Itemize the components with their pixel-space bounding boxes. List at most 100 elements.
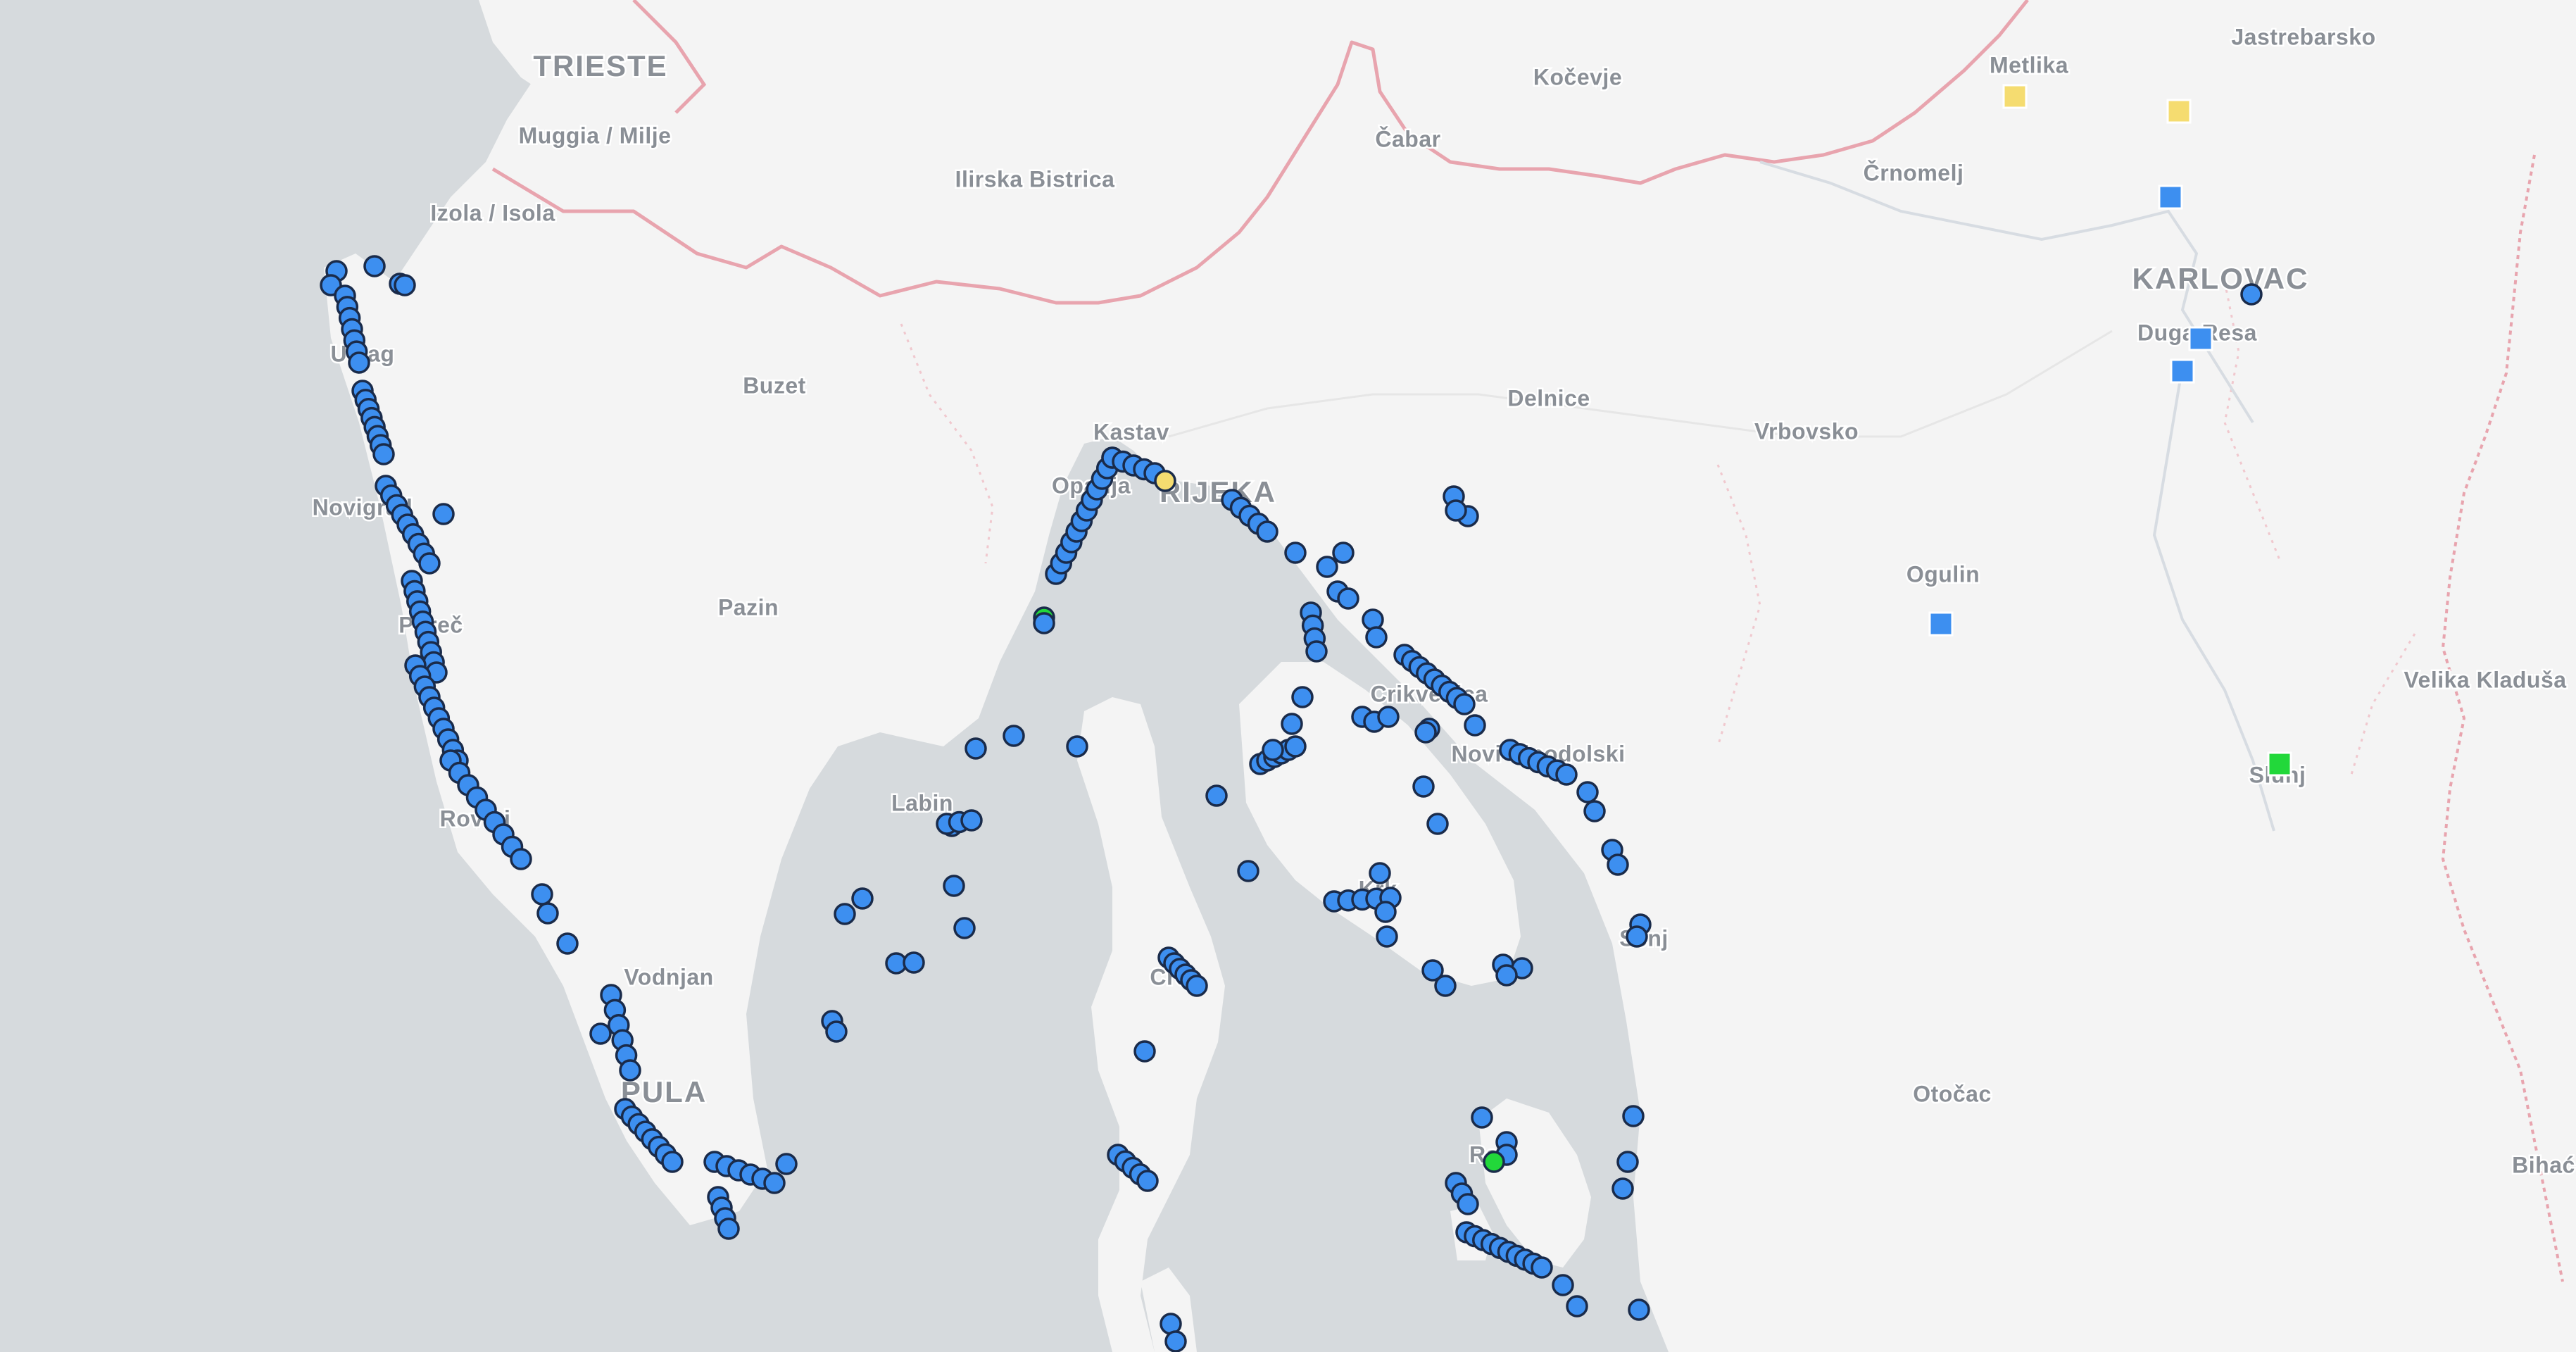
square-marker[interactable] (2002, 84, 2028, 109)
circle-marker[interactable] (1332, 542, 1355, 564)
circle-marker[interactable] (1365, 626, 1388, 649)
place-label-pazin: Pazin (718, 594, 779, 620)
circle-marker[interactable] (1136, 1170, 1159, 1192)
circle-marker[interactable] (394, 274, 416, 296)
circle-marker[interactable] (1205, 784, 1228, 807)
circle-marker[interactable] (619, 1059, 641, 1082)
circle-marker[interactable] (825, 1020, 848, 1043)
circle-marker[interactable] (531, 883, 553, 906)
place-label-delnice: Delnice (1507, 385, 1590, 411)
circle-marker[interactable] (1281, 713, 1303, 735)
circle-marker[interactable] (418, 552, 441, 575)
circle-marker[interactable] (1453, 693, 1476, 715)
circle-marker[interactable] (1464, 714, 1486, 737)
circle-marker[interactable] (1337, 587, 1359, 610)
circle-marker[interactable] (1434, 975, 1457, 997)
circle-marker[interactable] (1262, 739, 1284, 761)
place-label--abar: Čabar (1375, 126, 1440, 151)
circle-marker[interactable] (510, 848, 532, 870)
circle-marker[interactable] (661, 1151, 684, 1173)
map-canvas[interactable]: TRIESTEMuggia / MiljeIzola / IsolaUmagBu… (0, 0, 2576, 1352)
circle-marker[interactable] (1164, 1330, 1187, 1352)
place-label--rnomelj: Črnomelj (1864, 160, 1964, 185)
circle-marker[interactable] (1237, 860, 1259, 882)
circle-marker[interactable] (1284, 735, 1307, 758)
circle-marker[interactable] (1483, 1151, 1505, 1173)
circle-marker[interactable] (1552, 1274, 1574, 1296)
circle-marker[interactable] (536, 902, 559, 925)
circle-marker[interactable] (1445, 499, 1467, 522)
circle-marker[interactable] (1362, 608, 1384, 631)
circle-marker[interactable] (1003, 725, 1025, 747)
place-label-buzet: Buzet (743, 373, 806, 398)
circle-marker[interactable] (1412, 775, 1435, 798)
place-label-biha-: Bihać (2512, 1152, 2575, 1177)
circle-marker[interactable] (1471, 1106, 1493, 1129)
circle-marker[interactable] (1291, 686, 1314, 708)
circle-marker[interactable] (1374, 901, 1397, 923)
circle-marker[interactable] (1607, 853, 1629, 876)
place-label-velika-kladu-a: Velika Kladuša (2404, 667, 2566, 692)
circle-marker[interactable] (1583, 800, 1606, 822)
circle-marker[interactable] (1316, 556, 1338, 578)
circle-marker[interactable] (556, 932, 579, 955)
circle-marker[interactable] (763, 1172, 786, 1194)
square-marker[interactable] (2267, 751, 2292, 777)
place-label-vodnjan: Vodnjan (624, 964, 713, 989)
circle-marker[interactable] (943, 875, 965, 897)
place-label-jastrebarsko: Jastrebarsko (2231, 24, 2375, 49)
circle-marker[interactable] (1531, 1256, 1553, 1279)
circle-marker[interactable] (903, 951, 925, 974)
circle-marker[interactable] (960, 809, 983, 832)
square-marker[interactable] (1928, 611, 1954, 637)
circle-marker[interactable] (1555, 763, 1578, 786)
circle-marker[interactable] (1284, 542, 1307, 564)
place-label-rijeka: RIJEKA (1160, 475, 1276, 508)
circle-marker[interactable] (953, 917, 976, 939)
circle-marker[interactable] (1495, 964, 1518, 987)
circle-marker[interactable] (965, 737, 987, 760)
circle-marker[interactable] (363, 255, 386, 277)
circle-marker[interactable] (1305, 640, 1328, 663)
place-label-izola-isola: Izola / Isola (430, 200, 555, 225)
place-label-kastav: Kastav (1093, 419, 1169, 444)
circle-marker[interactable] (348, 351, 370, 374)
circle-marker[interactable] (1616, 1151, 1639, 1173)
circle-marker[interactable] (1066, 735, 1088, 758)
circle-marker[interactable] (1576, 781, 1599, 803)
place-label-ilirska-bistrica: Ilirska Bistrica (955, 166, 1115, 192)
circle-marker[interactable] (2240, 283, 2263, 306)
circle-marker[interactable] (1457, 1193, 1479, 1215)
square-marker[interactable] (2166, 99, 2192, 124)
circle-marker[interactable] (372, 443, 395, 465)
place-label-muggia-milje: Muggia / Milje (519, 123, 672, 148)
circle-marker[interactable] (1626, 925, 1648, 948)
circle-marker[interactable] (834, 903, 856, 925)
square-marker[interactable] (2170, 358, 2195, 384)
circle-marker[interactable] (1611, 1177, 1634, 1200)
place-label-metlika: Metlika (1990, 52, 2068, 77)
square-marker[interactable] (2158, 184, 2183, 210)
circle-marker[interactable] (1566, 1295, 1588, 1317)
circle-marker[interactable] (851, 887, 874, 910)
circle-marker[interactable] (1622, 1105, 1645, 1127)
circle-marker[interactable] (1376, 925, 1398, 948)
place-label-trieste: TRIESTE (533, 49, 667, 82)
circle-marker[interactable] (1426, 813, 1449, 835)
place-label-labin: Labin (891, 790, 953, 815)
circle-marker[interactable] (1133, 1040, 1156, 1063)
circle-marker[interactable] (1369, 862, 1391, 884)
place-label-oto-ac: Otočac (1913, 1081, 1991, 1106)
circle-marker[interactable] (1414, 721, 1437, 744)
circle-marker[interactable] (775, 1153, 798, 1175)
circle-marker[interactable] (717, 1218, 740, 1240)
circle-marker[interactable] (1628, 1298, 1650, 1321)
circle-marker[interactable] (432, 503, 455, 525)
circle-marker[interactable] (1154, 470, 1176, 492)
square-marker[interactable] (2188, 326, 2213, 351)
circle-marker[interactable] (589, 1022, 612, 1045)
circle-marker[interactable] (1256, 520, 1278, 543)
circle-marker[interactable] (1377, 706, 1400, 728)
circle-marker[interactable] (1033, 612, 1055, 634)
circle-marker[interactable] (1186, 975, 1208, 997)
